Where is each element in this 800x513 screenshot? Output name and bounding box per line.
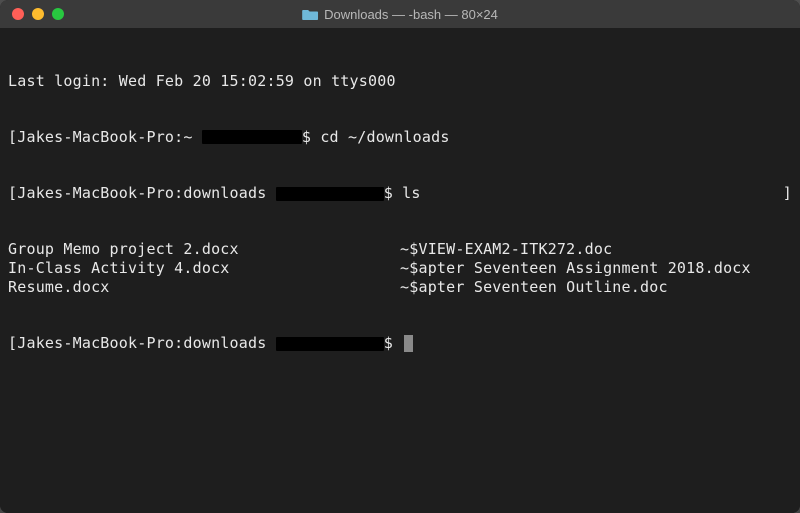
cursor-block [404, 335, 413, 352]
redacted-user-2 [276, 187, 384, 201]
right-bracket: ] [783, 184, 792, 203]
prompt-host-3: Jakes-MacBook-Pro:downloads [17, 334, 275, 352]
ls-output: Group Memo project 2.docx In-Class Activ… [8, 240, 792, 296]
traffic-lights [0, 8, 64, 20]
ls-col-left: Group Memo project 2.docx In-Class Activ… [8, 240, 400, 296]
prompt-cmd-2: $ ls [384, 184, 421, 202]
list-item: ~$apter Seventeen Assignment 2018.docx [400, 259, 751, 278]
list-item: ~$apter Seventeen Outline.doc [400, 278, 751, 297]
prompt-host-1: Jakes-MacBook-Pro:~ [17, 128, 202, 146]
minimize-button[interactable] [32, 8, 44, 20]
prompt-line-3: [Jakes-MacBook-Pro:downloads $ [8, 334, 792, 353]
prompt-line-2: [Jakes-MacBook-Pro:downloads $ ls] [8, 184, 792, 203]
prompt-cmd-3: $ [384, 334, 402, 352]
last-login-line: Last login: Wed Feb 20 15:02:59 on ttys0… [8, 72, 792, 91]
list-item: Group Memo project 2.docx [8, 240, 400, 259]
window-title-group: Downloads — -bash — 80×24 [302, 7, 498, 22]
folder-icon [302, 8, 318, 20]
terminal-body[interactable]: Last login: Wed Feb 20 15:02:59 on ttys0… [0, 28, 800, 513]
window-title: Downloads — -bash — 80×24 [324, 7, 498, 22]
terminal-window: Downloads — -bash — 80×24 Last login: We… [0, 0, 800, 513]
list-item: ~$VIEW-EXAM2-ITK272.doc [400, 240, 751, 259]
list-item: Resume.docx [8, 278, 400, 297]
redacted-user-1 [202, 130, 302, 144]
close-button[interactable] [12, 8, 24, 20]
prompt-cmd-1: $ cd ~/downloads [302, 128, 450, 146]
maximize-button[interactable] [52, 8, 64, 20]
list-item: In-Class Activity 4.docx [8, 259, 400, 278]
titlebar: Downloads — -bash — 80×24 [0, 0, 800, 28]
prompt-host-2: Jakes-MacBook-Pro:downloads [17, 184, 275, 202]
prompt-line-1: [Jakes-MacBook-Pro:~ $ cd ~/downloads [8, 128, 792, 147]
redacted-user-3 [276, 337, 384, 351]
ls-col-right: ~$VIEW-EXAM2-ITK272.doc ~$apter Seventee… [400, 240, 751, 296]
